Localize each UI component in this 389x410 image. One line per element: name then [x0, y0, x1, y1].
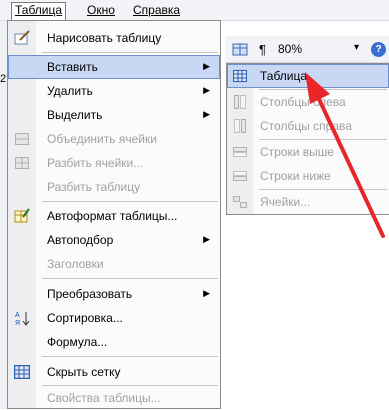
annotation-arrow [305, 72, 385, 238]
